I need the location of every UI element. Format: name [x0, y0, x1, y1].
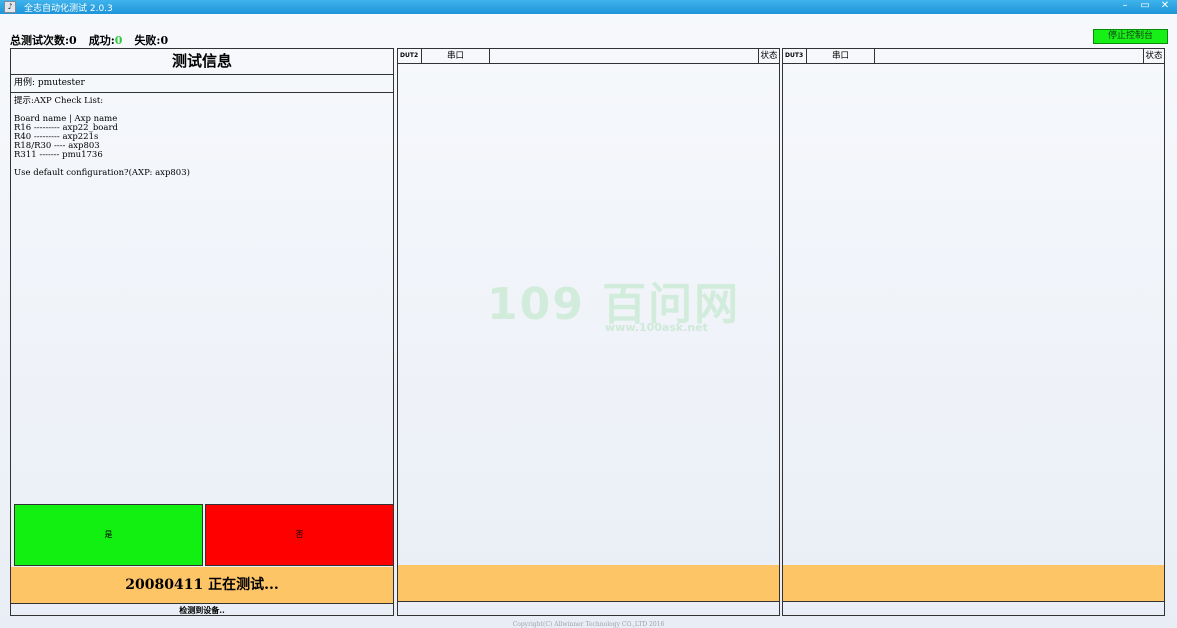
no-button[interactable]: 否	[205, 504, 394, 566]
test-stats: 总测试次数:0 成功:0 失败:0	[10, 32, 168, 48]
yes-button[interactable]: 是	[14, 504, 203, 566]
dut3-port-label: 串口	[807, 49, 875, 63]
dut2-id: DUT2	[398, 49, 422, 63]
dut3-panel: DUT3 串口 状态	[782, 48, 1165, 616]
window-controls: – ▭ ✕	[1119, 0, 1171, 12]
test-info-panel: 测试信息 用例: pmutester 提示:AXP Check List: Bo…	[10, 48, 394, 616]
copyright: Copyright(C) Allwinner Technology CO.,LT…	[512, 621, 665, 628]
dut2-port-label: 串口	[422, 49, 490, 63]
title-bar: ♪ 全志自动化测试 2.0.3 – ▭ ✕	[0, 0, 1177, 14]
dut3-port-field	[875, 49, 1144, 63]
dut2-header: DUT2 串口 状态	[398, 49, 779, 64]
close-icon[interactable]: ✕	[1159, 0, 1171, 12]
success-count: 成功:0	[89, 32, 123, 48]
dut2-state-label: 状态	[760, 51, 778, 61]
dut3-id: DUT3	[783, 49, 807, 63]
test-info-title: 测试信息	[11, 49, 393, 75]
dut2-port-field	[490, 49, 759, 63]
total-count: 总测试次数:0	[10, 34, 77, 47]
minimize-icon[interactable]: –	[1119, 0, 1131, 12]
dut3-state-label: 状态	[1145, 51, 1163, 61]
test-case: 用例: pmutester	[11, 75, 393, 93]
app-icon: ♪	[4, 1, 16, 13]
fail-count: 失败:0	[134, 34, 169, 47]
dut3-detect-bar	[783, 601, 1164, 614]
dut3-log-area[interactable]	[783, 64, 1164, 565]
watermark: 109 百问网 www.100ask.net	[487, 283, 740, 335]
info-text: 提示:AXP Check List: Board name | Axp name…	[14, 96, 190, 178]
success-value: 0	[114, 34, 123, 47]
stop-console-button[interactable]: 停止控制台	[1093, 29, 1168, 44]
test-status: 20080411 正在测试...	[11, 567, 393, 603]
maximize-icon[interactable]: ▭	[1139, 0, 1151, 12]
dut2-detect-bar	[398, 601, 779, 614]
dut2-status-bar	[398, 565, 779, 601]
device-detect-status: 检测到设备..	[11, 603, 393, 616]
window-title: 全志自动化测试 2.0.3	[24, 3, 113, 14]
success-label: 成功:	[88, 34, 115, 47]
dut3-status-bar	[783, 565, 1164, 601]
dut3-header: DUT3 串口 状态	[783, 49, 1164, 64]
